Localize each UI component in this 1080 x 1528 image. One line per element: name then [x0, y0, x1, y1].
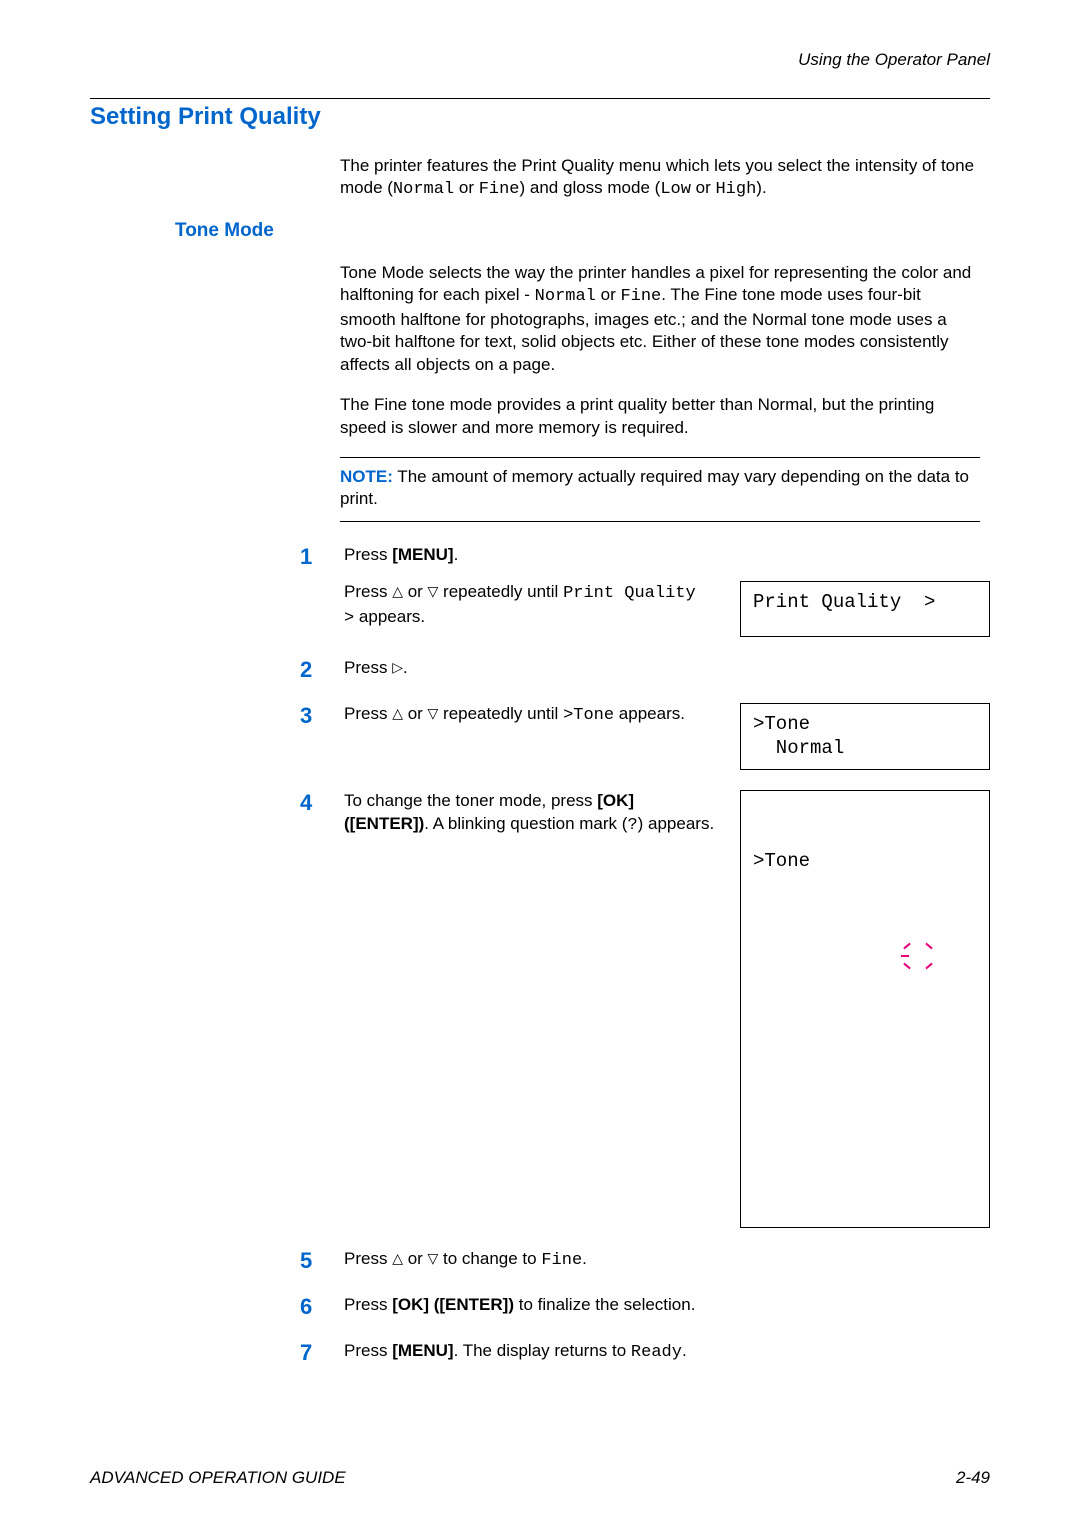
step-3: 3 Press △ or ▽ repeatedly until >Tone ap…: [300, 703, 990, 770]
text: appears.: [614, 704, 685, 723]
text-mono: High: [715, 180, 756, 199]
blink-indicator-icon: [901, 955, 909, 957]
text: Press: [344, 658, 392, 677]
step-number: 6: [300, 1294, 320, 1320]
text: .: [582, 1249, 587, 1268]
step-1-sub: Press △ or ▽ repeatedly until Print Qual…: [344, 581, 716, 631]
footer-right: 2-49: [956, 1468, 990, 1488]
text: ).: [756, 178, 766, 197]
text: ) appears.: [638, 814, 715, 833]
intro-paragraph: The printer features the Print Quality m…: [340, 155, 980, 202]
text: .: [682, 1341, 687, 1360]
text: or: [596, 285, 621, 304]
text-mono: >Tone: [563, 706, 614, 725]
text: . A blinking question mark (: [424, 814, 627, 833]
down-triangle-icon: ▽: [428, 582, 439, 601]
note-label: NOTE:: [340, 467, 393, 486]
running-header: Using the Operator Panel: [90, 50, 990, 70]
text: to finalize the selection.: [514, 1295, 695, 1314]
text: Press: [344, 582, 392, 601]
step-number: 7: [300, 1340, 320, 1366]
page-footer: ADVANCED OPERATION GUIDE 2-49: [90, 1468, 990, 1488]
text: . The display returns to: [454, 1341, 631, 1360]
text-mono: Normal: [535, 287, 596, 306]
text: appears.: [354, 607, 425, 626]
blink-indicator-icon: [925, 943, 932, 950]
text: or: [403, 1249, 428, 1268]
footer-left: ADVANCED OPERATION GUIDE: [90, 1468, 346, 1488]
text: Press: [344, 1249, 392, 1268]
text: Press: [344, 1341, 392, 1360]
step-2: 2 Press ▷.: [300, 657, 990, 683]
step-number: 2: [300, 657, 320, 683]
text: Press: [344, 704, 392, 723]
text-bold: [MENU]: [392, 1341, 453, 1360]
tone-paragraph-1: Tone Mode selects the way the printer ha…: [340, 262, 980, 376]
text-mono: Low: [660, 180, 691, 199]
step-1: 1 Press [MENU]. Press △ or ▽ repeatedly …: [300, 544, 990, 637]
text-bold: [MENU]: [392, 545, 453, 564]
text: To change the toner mode, press: [344, 791, 597, 810]
step-5: 5 Press △ or ▽ to change to Fine.: [300, 1248, 990, 1274]
step-6: 6 Press [OK] ([ENTER]) to finalize the s…: [300, 1294, 990, 1320]
step-4-text: To change the toner mode, press [OK] ([E…: [344, 790, 716, 838]
blink-indicator-icon: [925, 963, 932, 970]
text: to change to: [438, 1249, 541, 1268]
text-mono: Normal: [393, 180, 454, 199]
subsection-title: Tone Mode: [175, 220, 990, 242]
text-mono: Fine: [479, 180, 520, 199]
down-triangle-icon: ▽: [428, 1249, 439, 1268]
step-4: 4 To change the toner mode, press [OK] (…: [300, 790, 990, 1228]
lcd-line-2: ? Normal: [753, 923, 977, 1170]
text: Press: [344, 545, 392, 564]
text: .: [454, 545, 459, 564]
step-number: 3: [300, 703, 320, 729]
step-2-text: Press ▷.: [344, 657, 990, 680]
text-mono: Ready: [631, 1343, 682, 1362]
step-7: 7 Press [MENU]. The display returns to R…: [300, 1340, 990, 1366]
down-triangle-icon: ▽: [428, 704, 439, 723]
lcd-display-1: Print Quality >: [740, 581, 990, 637]
text: or: [454, 178, 479, 197]
step-number: 1: [300, 544, 320, 570]
step-7-text: Press [MENU]. The display returns to Rea…: [344, 1340, 990, 1365]
text: ) and gloss mode (: [520, 178, 661, 197]
text-mono: ?: [627, 816, 637, 835]
up-triangle-icon: △: [392, 582, 403, 601]
up-triangle-icon: △: [392, 704, 403, 723]
tone-paragraph-2: The Fine tone mode provides a print qual…: [340, 394, 980, 439]
lcd-display-3: >Tone Normal: [740, 703, 990, 770]
step-number: 5: [300, 1248, 320, 1274]
blink-indicator-icon: [903, 943, 910, 950]
text: Press: [344, 1295, 392, 1314]
text: or: [403, 704, 428, 723]
text: or: [691, 178, 716, 197]
step-5-text: Press △ or ▽ to change to Fine.: [344, 1248, 990, 1273]
text: repeatedly until: [438, 704, 563, 723]
right-triangle-icon: ▷: [392, 658, 403, 677]
step-3-text: Press △ or ▽ repeatedly until >Tone appe…: [344, 703, 716, 728]
text: or: [403, 582, 428, 601]
section-title: Setting Print Quality: [90, 103, 990, 131]
text: .: [403, 658, 408, 677]
lcd-display-4: >Tone ? Normal: [740, 790, 990, 1228]
step-6-text: Press [OK] ([ENTER]) to finalize the sel…: [344, 1294, 990, 1317]
text-bold: [OK] ([ENTER]): [392, 1295, 514, 1314]
header-rule: [90, 98, 990, 99]
step-number: 4: [300, 790, 320, 816]
note-block: NOTE: The amount of memory actually requ…: [340, 457, 980, 522]
step-1-text: Press [MENU].: [344, 544, 990, 567]
lcd-line-1: >Tone: [753, 849, 977, 874]
text-mono: Fine: [620, 287, 661, 306]
text-mono: Fine: [541, 1251, 582, 1270]
blink-indicator-icon: [903, 963, 910, 970]
note-text: The amount of memory actually required m…: [340, 467, 969, 508]
text: repeatedly until: [438, 582, 563, 601]
up-triangle-icon: △: [392, 1249, 403, 1268]
